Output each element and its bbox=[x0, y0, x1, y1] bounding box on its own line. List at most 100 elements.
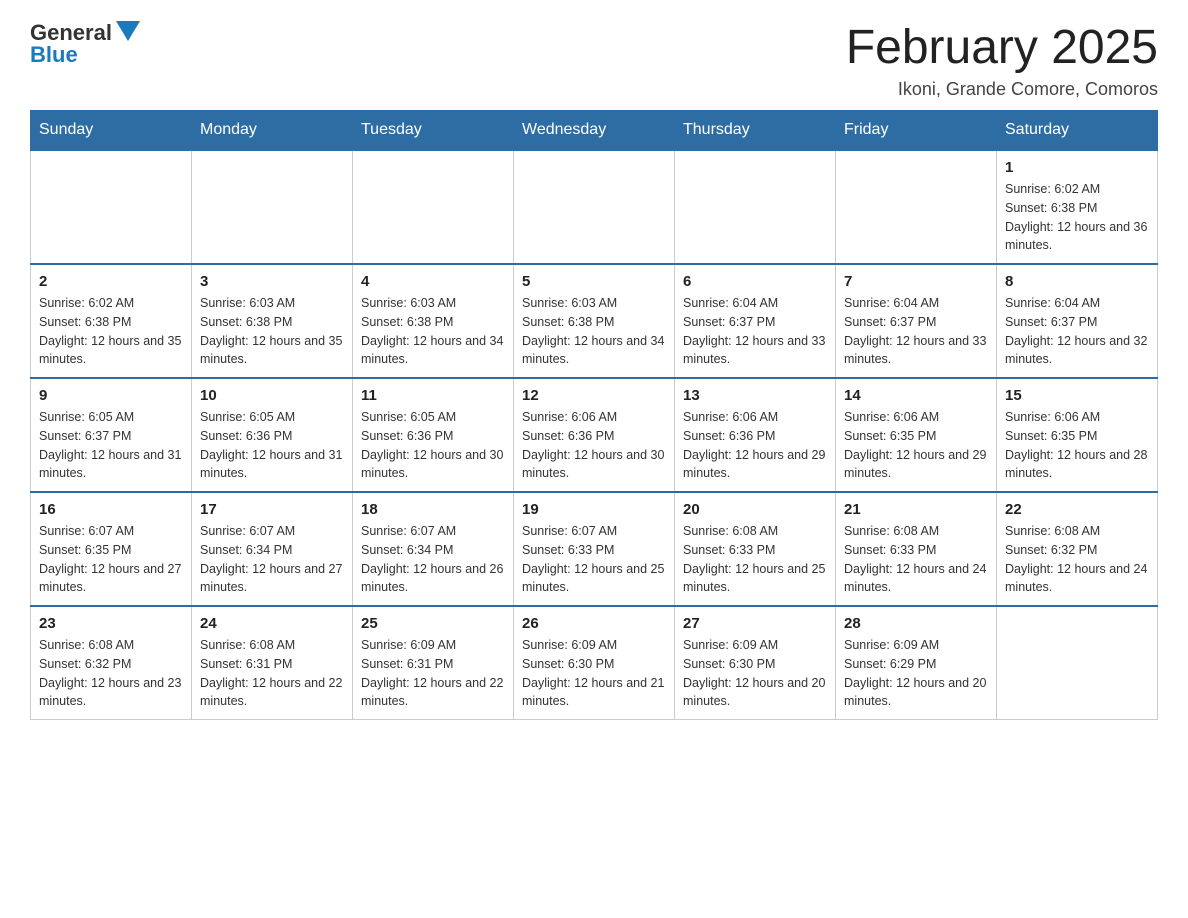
day-number: 11 bbox=[361, 387, 505, 404]
day-info: Sunrise: 6:08 AMSunset: 6:31 PMDaylight:… bbox=[200, 636, 344, 711]
day-number: 14 bbox=[844, 387, 988, 404]
calendar-cell: 8 Sunrise: 6:04 AMSunset: 6:37 PMDaylight… bbox=[997, 264, 1158, 378]
day-number: 10 bbox=[200, 387, 344, 404]
day-info: Sunrise: 6:03 AMSunset: 6:38 PMDaylight:… bbox=[200, 294, 344, 369]
location-subtitle: Ikoni, Grande Comore, Comoros bbox=[846, 79, 1158, 100]
day-info: Sunrise: 6:09 AMSunset: 6:30 PMDaylight:… bbox=[683, 636, 827, 711]
calendar-cell: 6 Sunrise: 6:04 AMSunset: 6:37 PMDaylight… bbox=[675, 264, 836, 378]
day-number: 22 bbox=[1005, 501, 1149, 518]
day-number: 7 bbox=[844, 273, 988, 290]
logo-triangle-icon bbox=[116, 21, 140, 41]
day-number: 17 bbox=[200, 501, 344, 518]
calendar-cell: 18 Sunrise: 6:07 AMSunset: 6:34 PMDayligh… bbox=[353, 492, 514, 606]
calendar-cell: 19 Sunrise: 6:07 AMSunset: 6:33 PMDayligh… bbox=[514, 492, 675, 606]
calendar-cell: 28 Sunrise: 6:09 AMSunset: 6:29 PMDayligh… bbox=[836, 606, 997, 720]
day-number: 23 bbox=[39, 615, 183, 632]
day-info: Sunrise: 6:08 AMSunset: 6:33 PMDaylight:… bbox=[683, 522, 827, 597]
day-info: Sunrise: 6:02 AMSunset: 6:38 PMDaylight:… bbox=[1005, 180, 1149, 255]
day-info: Sunrise: 6:03 AMSunset: 6:38 PMDaylight:… bbox=[361, 294, 505, 369]
calendar-cell: 3 Sunrise: 6:03 AMSunset: 6:38 PMDaylight… bbox=[192, 264, 353, 378]
day-number: 20 bbox=[683, 501, 827, 518]
day-info: Sunrise: 6:05 AMSunset: 6:36 PMDaylight:… bbox=[200, 408, 344, 483]
weekday-header-monday: Monday bbox=[192, 111, 353, 151]
calendar-cell bbox=[675, 150, 836, 264]
calendar-cell bbox=[997, 606, 1158, 720]
day-info: Sunrise: 6:04 AMSunset: 6:37 PMDaylight:… bbox=[683, 294, 827, 369]
calendar-table: SundayMondayTuesdayWednesdayThursdayFrid… bbox=[30, 110, 1158, 720]
weekday-header-saturday: Saturday bbox=[997, 111, 1158, 151]
day-number: 13 bbox=[683, 387, 827, 404]
day-info: Sunrise: 6:04 AMSunset: 6:37 PMDaylight:… bbox=[1005, 294, 1149, 369]
calendar-cell bbox=[836, 150, 997, 264]
day-info: Sunrise: 6:07 AMSunset: 6:33 PMDaylight:… bbox=[522, 522, 666, 597]
calendar-week-row: 9 Sunrise: 6:05 AMSunset: 6:37 PMDaylight… bbox=[31, 378, 1158, 492]
page-header: General Blue February 2025 Ikoni, Grande… bbox=[30, 20, 1158, 100]
day-info: Sunrise: 6:07 AMSunset: 6:34 PMDaylight:… bbox=[200, 522, 344, 597]
calendar-cell: 21 Sunrise: 6:08 AMSunset: 6:33 PMDayligh… bbox=[836, 492, 997, 606]
calendar-cell: 7 Sunrise: 6:04 AMSunset: 6:37 PMDaylight… bbox=[836, 264, 997, 378]
weekday-header-thursday: Thursday bbox=[675, 111, 836, 151]
day-info: Sunrise: 6:06 AMSunset: 6:35 PMDaylight:… bbox=[1005, 408, 1149, 483]
day-number: 24 bbox=[200, 615, 344, 632]
calendar-cell: 12 Sunrise: 6:06 AMSunset: 6:36 PMDayligh… bbox=[514, 378, 675, 492]
day-info: Sunrise: 6:06 AMSunset: 6:36 PMDaylight:… bbox=[522, 408, 666, 483]
weekday-header-tuesday: Tuesday bbox=[353, 111, 514, 151]
day-number: 19 bbox=[522, 501, 666, 518]
calendar-cell: 25 Sunrise: 6:09 AMSunset: 6:31 PMDayligh… bbox=[353, 606, 514, 720]
calendar-week-row: 23 Sunrise: 6:08 AMSunset: 6:32 PMDayligh… bbox=[31, 606, 1158, 720]
logo-blue-text: Blue bbox=[30, 42, 78, 68]
calendar-cell: 1 Sunrise: 6:02 AMSunset: 6:38 PMDaylight… bbox=[997, 150, 1158, 264]
logo: General Blue bbox=[30, 20, 140, 68]
day-number: 21 bbox=[844, 501, 988, 518]
calendar-cell: 4Sunrise: 6:03 AMSunset: 6:38 PMDaylight… bbox=[353, 264, 514, 378]
day-info: Sunrise: 6:09 AMSunset: 6:29 PMDaylight:… bbox=[844, 636, 988, 711]
calendar-cell: 15Sunrise: 6:06 AMSunset: 6:35 PMDayligh… bbox=[997, 378, 1158, 492]
day-info: Sunrise: 6:05 AMSunset: 6:36 PMDaylight:… bbox=[361, 408, 505, 483]
weekday-header-row: SundayMondayTuesdayWednesdayThursdayFrid… bbox=[31, 111, 1158, 151]
day-info: Sunrise: 6:03 AMSunset: 6:38 PMDaylight:… bbox=[522, 294, 666, 369]
day-number: 8 bbox=[1005, 273, 1149, 290]
calendar-cell: 2Sunrise: 6:02 AMSunset: 6:38 PMDaylight… bbox=[31, 264, 192, 378]
day-number: 9 bbox=[39, 387, 183, 404]
day-number: 28 bbox=[844, 615, 988, 632]
day-info: Sunrise: 6:06 AMSunset: 6:36 PMDaylight:… bbox=[683, 408, 827, 483]
calendar-cell: 9 Sunrise: 6:05 AMSunset: 6:37 PMDaylight… bbox=[31, 378, 192, 492]
day-number: 3 bbox=[200, 273, 344, 290]
day-number: 2 bbox=[39, 273, 183, 290]
calendar-cell bbox=[353, 150, 514, 264]
day-info: Sunrise: 6:08 AMSunset: 6:32 PMDaylight:… bbox=[39, 636, 183, 711]
calendar-week-row: 1 Sunrise: 6:02 AMSunset: 6:38 PMDaylight… bbox=[31, 150, 1158, 264]
calendar-cell: 10 Sunrise: 6:05 AMSunset: 6:36 PMDayligh… bbox=[192, 378, 353, 492]
day-info: Sunrise: 6:05 AMSunset: 6:37 PMDaylight:… bbox=[39, 408, 183, 483]
day-number: 12 bbox=[522, 387, 666, 404]
day-info: Sunrise: 6:04 AMSunset: 6:37 PMDaylight:… bbox=[844, 294, 988, 369]
calendar-cell: 23 Sunrise: 6:08 AMSunset: 6:32 PMDayligh… bbox=[31, 606, 192, 720]
day-number: 26 bbox=[522, 615, 666, 632]
calendar-cell: 14Sunrise: 6:06 AMSunset: 6:35 PMDayligh… bbox=[836, 378, 997, 492]
day-info: Sunrise: 6:09 AMSunset: 6:31 PMDaylight:… bbox=[361, 636, 505, 711]
calendar-cell: 11 Sunrise: 6:05 AMSunset: 6:36 PMDayligh… bbox=[353, 378, 514, 492]
title-section: February 2025 Ikoni, Grande Comore, Como… bbox=[846, 20, 1158, 100]
calendar-week-row: 16Sunrise: 6:07 AMSunset: 6:35 PMDayligh… bbox=[31, 492, 1158, 606]
day-number: 27 bbox=[683, 615, 827, 632]
day-number: 6 bbox=[683, 273, 827, 290]
day-info: Sunrise: 6:09 AMSunset: 6:30 PMDaylight:… bbox=[522, 636, 666, 711]
calendar-cell: 24 Sunrise: 6:08 AMSunset: 6:31 PMDayligh… bbox=[192, 606, 353, 720]
calendar-cell: 17 Sunrise: 6:07 AMSunset: 6:34 PMDayligh… bbox=[192, 492, 353, 606]
day-info: Sunrise: 6:08 AMSunset: 6:33 PMDaylight:… bbox=[844, 522, 988, 597]
day-info: Sunrise: 6:07 AMSunset: 6:34 PMDaylight:… bbox=[361, 522, 505, 597]
calendar-cell: 5Sunrise: 6:03 AMSunset: 6:38 PMDaylight… bbox=[514, 264, 675, 378]
weekday-header-sunday: Sunday bbox=[31, 111, 192, 151]
calendar-cell: 16Sunrise: 6:07 AMSunset: 6:35 PMDayligh… bbox=[31, 492, 192, 606]
weekday-header-friday: Friday bbox=[836, 111, 997, 151]
day-info: Sunrise: 6:08 AMSunset: 6:32 PMDaylight:… bbox=[1005, 522, 1149, 597]
weekday-header-wednesday: Wednesday bbox=[514, 111, 675, 151]
day-number: 1 bbox=[1005, 159, 1149, 176]
calendar-week-row: 2Sunrise: 6:02 AMSunset: 6:38 PMDaylight… bbox=[31, 264, 1158, 378]
calendar-cell: 13 Sunrise: 6:06 AMSunset: 6:36 PMDayligh… bbox=[675, 378, 836, 492]
day-info: Sunrise: 6:07 AMSunset: 6:35 PMDaylight:… bbox=[39, 522, 183, 597]
calendar-cell: 27 Sunrise: 6:09 AMSunset: 6:30 PMDayligh… bbox=[675, 606, 836, 720]
day-number: 25 bbox=[361, 615, 505, 632]
calendar-cell: 20 Sunrise: 6:08 AMSunset: 6:33 PMDayligh… bbox=[675, 492, 836, 606]
day-number: 18 bbox=[361, 501, 505, 518]
